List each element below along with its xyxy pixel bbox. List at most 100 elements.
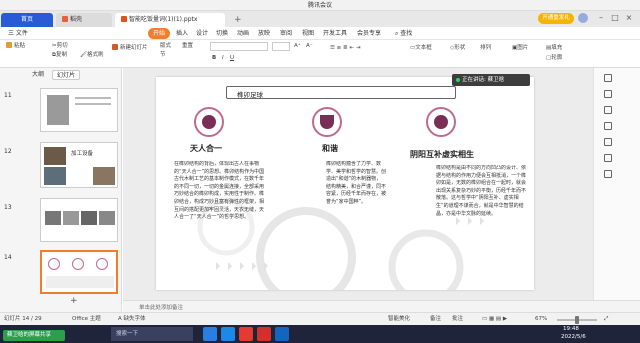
- tab-home[interactable]: 首页: [1, 13, 53, 27]
- slide-title-box[interactable]: 榫卯足球: [226, 86, 456, 99]
- textbox-button[interactable]: ▭文本框: [410, 44, 432, 52]
- thumbnail-text-block: [46, 276, 114, 288]
- share-icon[interactable]: [604, 138, 612, 146]
- tab-docer[interactable]: 稻壳: [56, 13, 112, 27]
- taskbar-search-input[interactable]: 搜索一下: [111, 327, 193, 341]
- pane-tabs: 大纲 幻灯片: [0, 68, 122, 82]
- design-icon[interactable]: [604, 90, 612, 98]
- font-grow-button[interactable]: A⁺: [294, 42, 301, 50]
- reset-button[interactable]: 重置: [182, 42, 193, 50]
- meeting-app-icon[interactable]: [275, 327, 289, 341]
- picture-button[interactable]: ▣图片: [512, 44, 528, 52]
- close-icon[interactable]: ×: [624, 13, 634, 23]
- mic-icon: [456, 78, 460, 82]
- slide-thumbnail-13[interactable]: [40, 198, 118, 242]
- fill-button[interactable]: ▤填充: [546, 44, 562, 52]
- column-title-1: 天人合一: [190, 144, 222, 153]
- edge-app-icon[interactable]: [221, 327, 235, 341]
- layout-button[interactable]: 版式: [160, 42, 171, 50]
- wps-app-icon[interactable]: [239, 327, 253, 341]
- shapes-button[interactable]: ◇形状: [450, 44, 465, 52]
- list-icon: ☰ ≡ ≣ ⇤ ⇥: [330, 45, 361, 51]
- format-painter-button[interactable]: 🖌格式刷: [80, 51, 104, 59]
- font-size-select[interactable]: [272, 42, 290, 51]
- menu-file[interactable]: 三 文件: [8, 27, 28, 40]
- thumbnail-text-line: [75, 97, 111, 99]
- notes-area[interactable]: 单击此处添加备注: [123, 300, 640, 312]
- meeting-title: 腾讯会议: [307, 2, 332, 9]
- thumbnail-photo: [93, 167, 115, 185]
- new-tab-button[interactable]: +: [228, 13, 242, 27]
- thumbnail-icon: [96, 258, 108, 270]
- thumbnail-text-line: [75, 103, 111, 105]
- browser-app-icon[interactable]: [203, 327, 217, 341]
- paste-button[interactable]: 粘贴: [6, 42, 25, 50]
- menu-member[interactable]: 会员专享: [357, 27, 381, 40]
- docer-icon: [62, 16, 68, 22]
- tab-current-file[interactable]: 智能吃饭量词(1)(1).pptx: [115, 13, 225, 27]
- italic-button[interactable]: I: [222, 54, 224, 62]
- copy-button[interactable]: ⧉复制: [52, 51, 67, 59]
- cut-label: 剪切: [56, 43, 68, 49]
- menu-design[interactable]: 设计: [196, 27, 208, 40]
- paste-icon: [6, 42, 12, 48]
- maximize-icon[interactable]: □: [610, 13, 620, 23]
- star-icon[interactable]: [604, 122, 612, 130]
- pptx-file-icon: [121, 16, 127, 22]
- property-icon[interactable]: [604, 74, 612, 82]
- paste-label: 粘贴: [14, 43, 26, 49]
- thumbnail-caption: 加工设备: [71, 151, 94, 157]
- more-icon[interactable]: [604, 170, 612, 178]
- menu-start[interactable]: 开始: [148, 28, 171, 39]
- format-painter-label: 格式刷: [86, 52, 104, 58]
- font-shrink-button[interactable]: A⁻: [306, 42, 313, 50]
- layout-label: 版式: [160, 43, 172, 49]
- section-button[interactable]: 节: [160, 51, 166, 59]
- meat-icon: [426, 107, 456, 137]
- current-slide[interactable]: 榫卯足球 天人合一 在榫卯结构的背后，体现出古人在事物的“天人合一”的思想。榫卯…: [156, 77, 534, 290]
- menu-developer[interactable]: 开发工具: [323, 27, 347, 40]
- underline-button[interactable]: U: [230, 54, 234, 62]
- slide-thumbnail-12[interactable]: 加工设备: [40, 142, 118, 188]
- animation-icon[interactable]: [604, 106, 612, 114]
- tab-outline[interactable]: 大纲: [28, 70, 48, 80]
- column-title-2: 和谐: [322, 144, 338, 153]
- arrange-label: 排列: [480, 45, 492, 51]
- menu-transitions[interactable]: 切换: [216, 27, 228, 40]
- menu-review[interactable]: 审阅: [280, 27, 292, 40]
- new-slide-button[interactable]: 新建幻灯片: [112, 44, 148, 52]
- thumbnail-photo: [63, 211, 79, 225]
- avatar[interactable]: [578, 13, 588, 23]
- thumbnail-icon: [48, 258, 60, 270]
- menu-slideshow[interactable]: 放映: [258, 27, 270, 40]
- new-slide-icon: [112, 44, 118, 50]
- grid-view-icon: ▦: [488, 316, 495, 322]
- screen-sharing-banner[interactable]: 蘇卫晗的屏幕共享: [3, 330, 65, 341]
- meat-icon-shape: [434, 115, 448, 129]
- cut-button[interactable]: ✂剪切: [52, 42, 68, 50]
- section-label: 节: [160, 52, 166, 58]
- thumbnail-icon: [72, 258, 84, 270]
- search-icon: ⌕: [395, 30, 399, 37]
- minimize-icon[interactable]: –: [596, 13, 606, 23]
- trial-button[interactable]: 开通重发礼: [538, 13, 574, 24]
- wps-presentation-app-icon[interactable]: [257, 327, 271, 341]
- slide-thumbnail-14[interactable]: [40, 250, 118, 294]
- column-body-2: 榫卯结构蕴含了力学、数学、美学和哲学的智慧。创造出“和谐”的木制器物，结构精美，…: [326, 161, 386, 205]
- paragraph-controls[interactable]: ☰ ≡ ≣ ⇤ ⇥: [330, 44, 360, 52]
- menu-insert[interactable]: 插入: [176, 27, 188, 40]
- font-family-select[interactable]: [210, 42, 268, 51]
- menu-view[interactable]: 视图: [302, 27, 314, 40]
- tab-slides[interactable]: 幻灯片: [52, 70, 81, 80]
- bold-button[interactable]: B: [212, 54, 216, 62]
- add-slide-button[interactable]: +: [70, 296, 78, 306]
- outline-button[interactable]: ▢轮廓: [546, 54, 562, 62]
- menu-search[interactable]: ⌕ 查找: [395, 27, 412, 40]
- slide-thumbnail-11[interactable]: [40, 88, 118, 132]
- menu-animation[interactable]: 动画: [237, 27, 249, 40]
- copy-label: 复制: [55, 52, 67, 58]
- arrange-button[interactable]: 排列: [480, 44, 491, 52]
- settings-icon[interactable]: [604, 154, 612, 162]
- menu-search-label: 查找: [400, 30, 413, 37]
- zoom-slider-handle[interactable]: [575, 316, 579, 324]
